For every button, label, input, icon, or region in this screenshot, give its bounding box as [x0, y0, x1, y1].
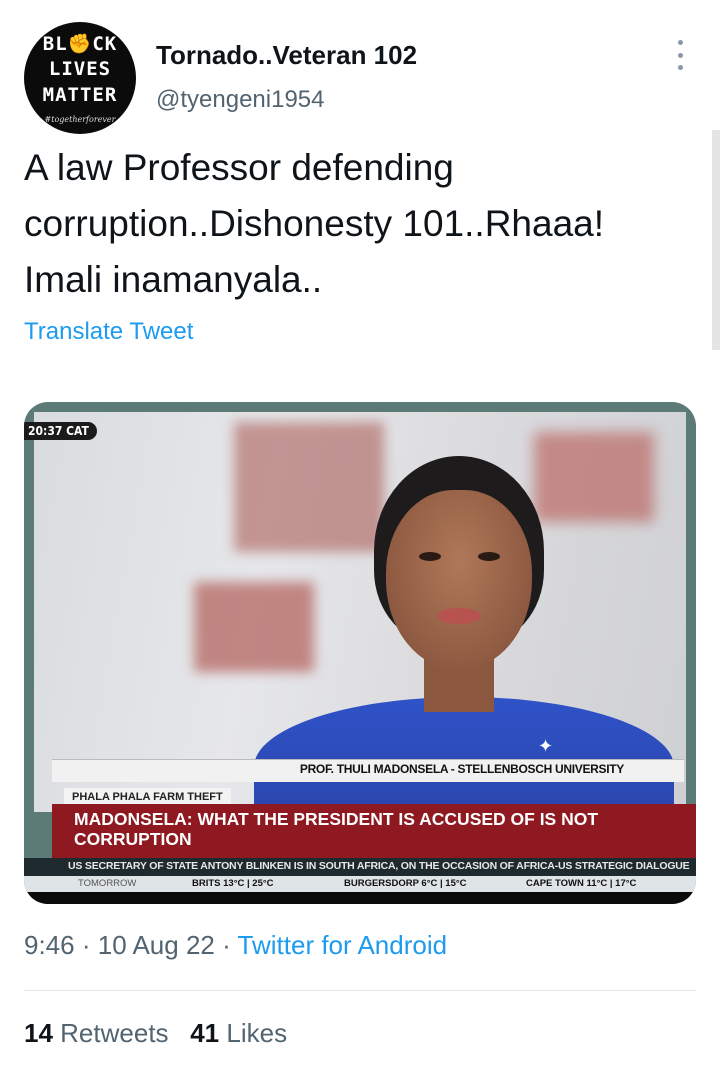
background-shelf — [534, 432, 654, 522]
video-bottom-edge — [24, 892, 696, 904]
tweet-stats: 14 Retweets 41 Likes — [24, 1018, 287, 1049]
translate-tweet-link[interactable]: Translate Tweet — [24, 318, 193, 346]
lower-third-name-bar: PROF. THULI MADONSELA - STELLENBOSCH UNI… — [52, 759, 684, 782]
author-handle[interactable]: @tyengeni1954 — [156, 86, 325, 114]
author-display-name[interactable]: Tornado..Veteran 102 — [156, 40, 417, 71]
dot — [677, 52, 683, 58]
meta-separator: · — [222, 930, 231, 960]
more-options-icon[interactable] — [670, 40, 690, 70]
person-face — [386, 490, 532, 670]
tweet-text: A law Professor defending corruption..Di… — [24, 147, 605, 300]
person-mouth — [437, 608, 481, 624]
retweets-stat[interactable]: 14 Retweets — [24, 1018, 169, 1048]
retweets-label: Retweets — [60, 1018, 169, 1048]
retweets-count: 14 — [24, 1018, 53, 1048]
weather-strip: TOMORROW BRITS 13°C | 25°C BURGERSDORP 6… — [24, 876, 696, 892]
dot — [677, 65, 683, 70]
background-shelf — [234, 422, 384, 552]
avatar-tagline: #togetherforever — [44, 115, 116, 124]
headline-bar: MADONSELA: WHAT THE PRESIDENT IS ACCUSED… — [52, 804, 696, 858]
ticker-text: US SECRETARY OF STATE ANTONY BLINKEN IS … — [68, 860, 690, 872]
tweet-date[interactable]: 10 Aug 22 — [98, 930, 215, 960]
person-eye — [419, 552, 441, 561]
avatar-text-line-3: MATTER — [42, 84, 118, 106]
dot — [677, 40, 683, 45]
weather-item: BRITS 13°C | 25°C — [192, 878, 274, 889]
meta-separator: · — [81, 930, 91, 960]
person-eye — [478, 552, 500, 561]
lower-third-name: PROF. THULI MADONSELA - STELLENBOSCH UNI… — [299, 762, 624, 776]
broadcast-time: 20:37 CAT — [24, 422, 97, 440]
weather-item: CAPE TOWN 11°C | 17°C — [526, 878, 637, 889]
weather-label: TOMORROW — [78, 878, 137, 889]
channel-logo-icon: ✦ — [538, 736, 554, 756]
news-ticker: US SECRETARY OF STATE ANTONY BLINKEN IS … — [24, 858, 696, 876]
avatar-text-line-2: LIVES — [48, 58, 112, 80]
likes-stat[interactable]: 41 Likes — [190, 1018, 287, 1048]
tweet-time: 9:46 — [24, 930, 75, 960]
author-avatar[interactable]: BL✊CK LIVES MATTER #togetherforever — [24, 22, 136, 134]
avatar-text-line-1: BL✊CK — [42, 33, 118, 55]
weather-item: BURGERSDORP 6°C | 15°C — [344, 878, 467, 889]
tweet-media-image[interactable]: 20:37 CAT ✦ PROF. THULI MADONSELA - STEL… — [24, 402, 696, 904]
video-frame — [34, 412, 686, 837]
divider — [24, 990, 696, 991]
likes-label: Likes — [226, 1018, 288, 1048]
scrollbar[interactable] — [712, 130, 720, 350]
tweet-source-link[interactable]: Twitter for Android — [238, 930, 448, 960]
tweet-metadata: 9:46 · 10 Aug 22 · Twitter for Android — [24, 930, 447, 961]
background-shelf — [194, 582, 314, 672]
likes-count: 41 — [190, 1018, 220, 1048]
headline-text: MADONSELA: WHAT THE PRESIDENT IS ACCUSED… — [74, 809, 599, 849]
